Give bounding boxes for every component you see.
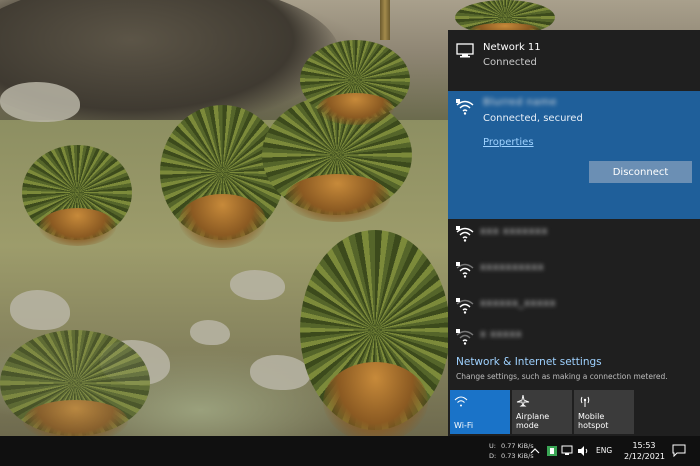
wifi-secured-icon: [456, 99, 474, 115]
wifi-secured-icon: [456, 226, 474, 242]
wifi-icon: [454, 396, 468, 407]
wifi-secured-icon: [456, 298, 474, 314]
active-wifi-status: Connected, secured: [483, 113, 583, 124]
wallpaper-rock: [190, 320, 230, 345]
active-wifi-panel[interactable]: Blurred name Connected, secured Properti…: [448, 91, 700, 219]
chevron-up-icon[interactable]: [529, 445, 541, 457]
input-language[interactable]: ENG: [596, 446, 612, 455]
network-list-item[interactable]: xxxxxx_xxxxx: [448, 293, 700, 329]
wallpaper-yucca: [22, 145, 132, 246]
wallpaper-yucca: [0, 330, 150, 436]
properties-link[interactable]: Properties: [483, 137, 534, 148]
upload-label: U:: [489, 442, 496, 450]
wallpaper-rock: [230, 270, 285, 300]
app-tray-icon[interactable]: [546, 445, 558, 457]
notification-icon[interactable]: [672, 443, 686, 457]
network-settings-link[interactable]: Network & Internet settings: [456, 356, 602, 368]
current-network[interactable]: Network 11 Connected: [448, 30, 700, 91]
volume-icon[interactable]: [577, 445, 589, 457]
tile-label: Mobile hotspot: [578, 412, 609, 430]
network-list-item[interactable]: xxxxxxxxxx: [448, 257, 700, 293]
network-name: xxxxxxxxxx: [480, 262, 545, 273]
network-name: xxxxxx_xxxxx: [480, 298, 557, 309]
network-name: x xxxxx: [480, 329, 523, 340]
current-network-name: Network 11: [483, 42, 541, 53]
download-label: D:: [489, 452, 497, 460]
disconnect-button[interactable]: Disconnect: [589, 161, 692, 183]
active-wifi-name: Blurred name: [483, 97, 557, 108]
wallpaper-yucca: [300, 40, 410, 125]
clock-date: 2/12/2021: [624, 452, 666, 461]
clock-time: 15:53: [632, 441, 656, 450]
network-name: xxx xxxxxxx: [480, 226, 548, 237]
tile-label: Airplane mode: [516, 412, 550, 430]
wallpaper-stem: [380, 0, 390, 40]
airplane-mode-tile[interactable]: Airplane mode: [512, 390, 572, 434]
hotspot-icon: [580, 396, 590, 407]
taskbar: U: 0.77 KiB/s D: 0.73 KiB/s ENG 15:53 2/12…: [0, 436, 700, 466]
wallpaper-rock: [10, 290, 70, 330]
wifi-toggle-tile[interactable]: Wi-Fi: [450, 390, 510, 434]
ethernet-icon: [456, 43, 474, 58]
clock[interactable]: 15:53 2/12/2021: [624, 440, 666, 462]
tile-label: Wi-Fi: [454, 421, 474, 430]
wifi-secured-icon: [456, 262, 474, 278]
current-network-status: Connected: [483, 57, 537, 68]
wallpaper-rock: [0, 82, 80, 122]
airplane-icon: [516, 395, 530, 407]
network-flyout: Network 11 Connected Blurred name Connec…: [448, 30, 700, 436]
network-speed-meter: U: 0.77 KiB/s D: 0.73 KiB/s: [489, 441, 534, 461]
mobile-hotspot-tile[interactable]: Mobile hotspot: [574, 390, 634, 434]
wallpaper-yucca: [300, 230, 450, 436]
wallpaper-rock: [250, 355, 310, 390]
network-settings-description: Change settings, such as making a connec…: [456, 372, 668, 381]
network-list-item[interactable]: xxx xxxxxxx: [448, 221, 700, 257]
ethernet-tray-icon[interactable]: [561, 445, 573, 457]
wifi-secured-icon: [456, 329, 474, 345]
